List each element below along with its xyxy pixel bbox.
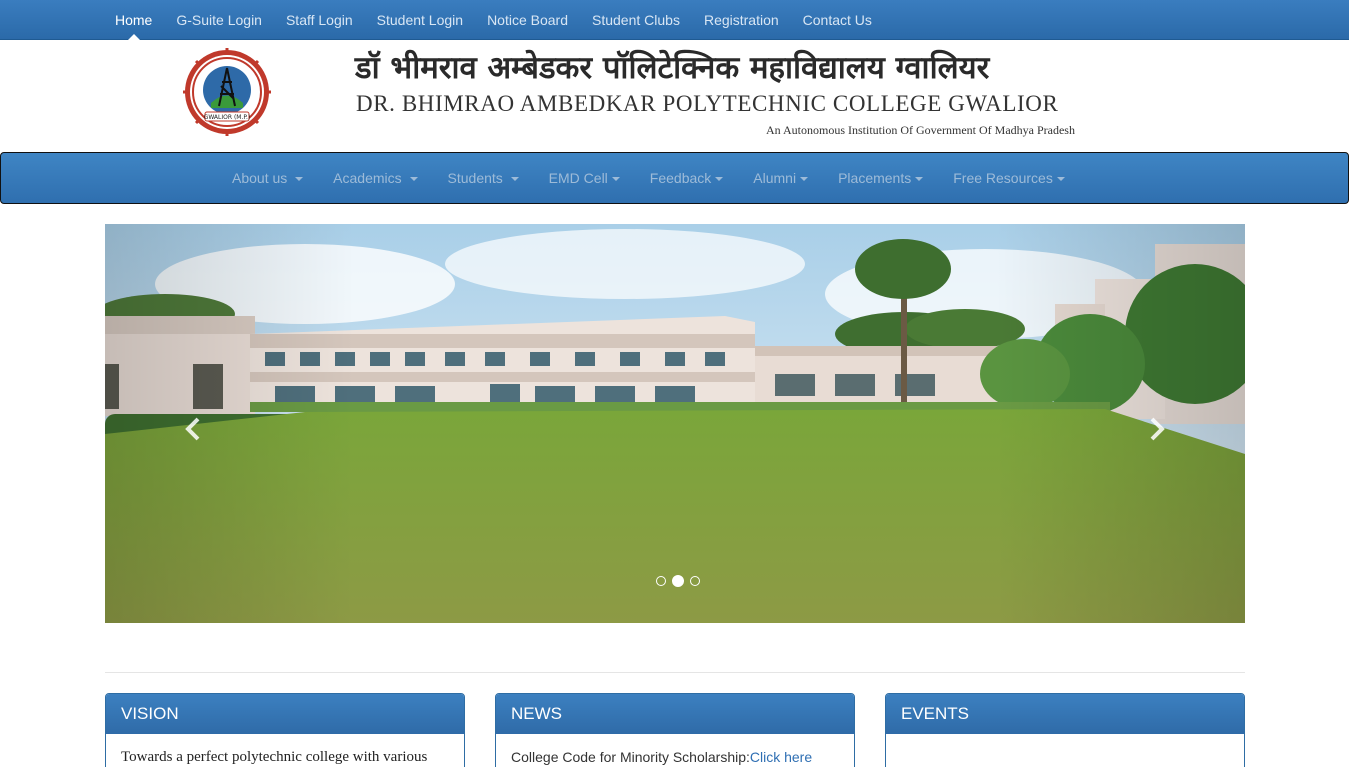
main-nav-list: About us Academics Students EMD Cell Fee… (217, 153, 1080, 203)
main-nav-academics[interactable]: Academics (318, 153, 432, 203)
caret-down-icon (409, 177, 418, 182)
main-nav-label: About us (232, 170, 288, 186)
carousel-indicator[interactable] (690, 576, 700, 586)
top-nav-student-clubs[interactable]: Student Clubs (580, 0, 692, 40)
college-subtitle: An Autonomous Institution Of Government … (766, 123, 1075, 137)
vision-panel-title: VISION (106, 694, 464, 734)
vision-panel: VISION Towards a perfect polytechnic col… (105, 693, 465, 767)
top-navbar: Home G-Suite Login Staff Login Student L… (0, 0, 1349, 40)
campus-photo (105, 224, 1245, 623)
section-divider (105, 672, 1245, 673)
main-nav-label: Feedback (649, 170, 712, 186)
news-item-link[interactable]: Click here (750, 749, 812, 765)
caret-down-icon (915, 177, 924, 182)
caret-down-icon (1056, 177, 1065, 182)
main-navbar: About us Academics Students EMD Cell Fee… (0, 152, 1349, 204)
top-nav-staff-login[interactable]: Staff Login (274, 0, 365, 40)
college-logo[interactable]: GWALIOR (M.P.) (181, 48, 273, 136)
events-panel: EVENTS (885, 693, 1245, 767)
image-carousel[interactable] (105, 224, 1245, 623)
logo-text: GWALIOR (M.P.) (204, 114, 251, 121)
top-nav-home[interactable]: Home (103, 0, 164, 40)
main-nav-label: Alumni (753, 170, 797, 186)
caret-down-icon (800, 177, 809, 182)
top-nav-gsuite-login[interactable]: G-Suite Login (164, 0, 274, 40)
site-header: GWALIOR (M.P.) डॉ भीमराव अम्बेडकर पॉलिटे… (0, 40, 1349, 152)
hindi-college-title: डॉ भीमराव अम्बेडकर पॉलिटेक्निक महाविद्या… (355, 50, 990, 86)
main-nav-students[interactable]: Students (433, 153, 534, 203)
caret-down-icon (510, 177, 519, 182)
caret-down-icon (715, 177, 724, 182)
main-nav-free-resources[interactable]: Free Resources (938, 153, 1080, 203)
main-nav-alumni[interactable]: Alumni (738, 153, 823, 203)
main-nav-placements[interactable]: Placements (823, 153, 938, 203)
main-nav-label: Academics (333, 170, 402, 186)
carousel-indicator-active[interactable] (672, 575, 684, 587)
carousel-prev-button[interactable] (179, 414, 209, 444)
main-nav-label: EMD Cell (548, 170, 608, 186)
main-nav-feedback[interactable]: Feedback (635, 153, 738, 203)
main-nav-label: Students (447, 170, 503, 186)
news-panel-title: NEWS (496, 694, 854, 734)
main-nav-emd-cell[interactable]: EMD Cell (534, 153, 635, 203)
main-nav-label: Free Resources (953, 170, 1053, 186)
carousel-next-button[interactable] (1141, 414, 1171, 444)
carousel-indicator[interactable] (656, 576, 666, 586)
events-panel-title: EVENTS (886, 694, 1244, 734)
caret-down-icon (295, 177, 304, 182)
top-nav-notice-board[interactable]: Notice Board (475, 0, 580, 40)
top-nav-contact-us[interactable]: Contact Us (791, 0, 884, 40)
english-college-title: DR. BHIMRAO AMBEDKAR POLYTECHNIC COLLEGE… (356, 91, 1059, 116)
chevron-right-icon (1150, 417, 1165, 441)
news-item-text: College Code for Minority Scholarship: (511, 749, 750, 765)
main-nav-about-us[interactable]: About us (217, 153, 318, 203)
chevron-left-icon (185, 417, 200, 441)
top-nav-registration[interactable]: Registration (692, 0, 791, 40)
vision-text: Towards a perfect polytechnic college wi… (121, 749, 428, 765)
news-item: College Code for Minority Scholarship:Cl… (511, 749, 839, 765)
top-nav-student-login[interactable]: Student Login (365, 0, 475, 40)
carousel-indicators (653, 575, 703, 587)
news-panel: NEWS College Code for Minority Scholarsh… (495, 693, 855, 767)
caret-down-icon (611, 177, 620, 182)
top-nav-list: Home G-Suite Login Staff Login Student L… (103, 0, 884, 40)
main-nav-label: Placements (838, 170, 912, 186)
